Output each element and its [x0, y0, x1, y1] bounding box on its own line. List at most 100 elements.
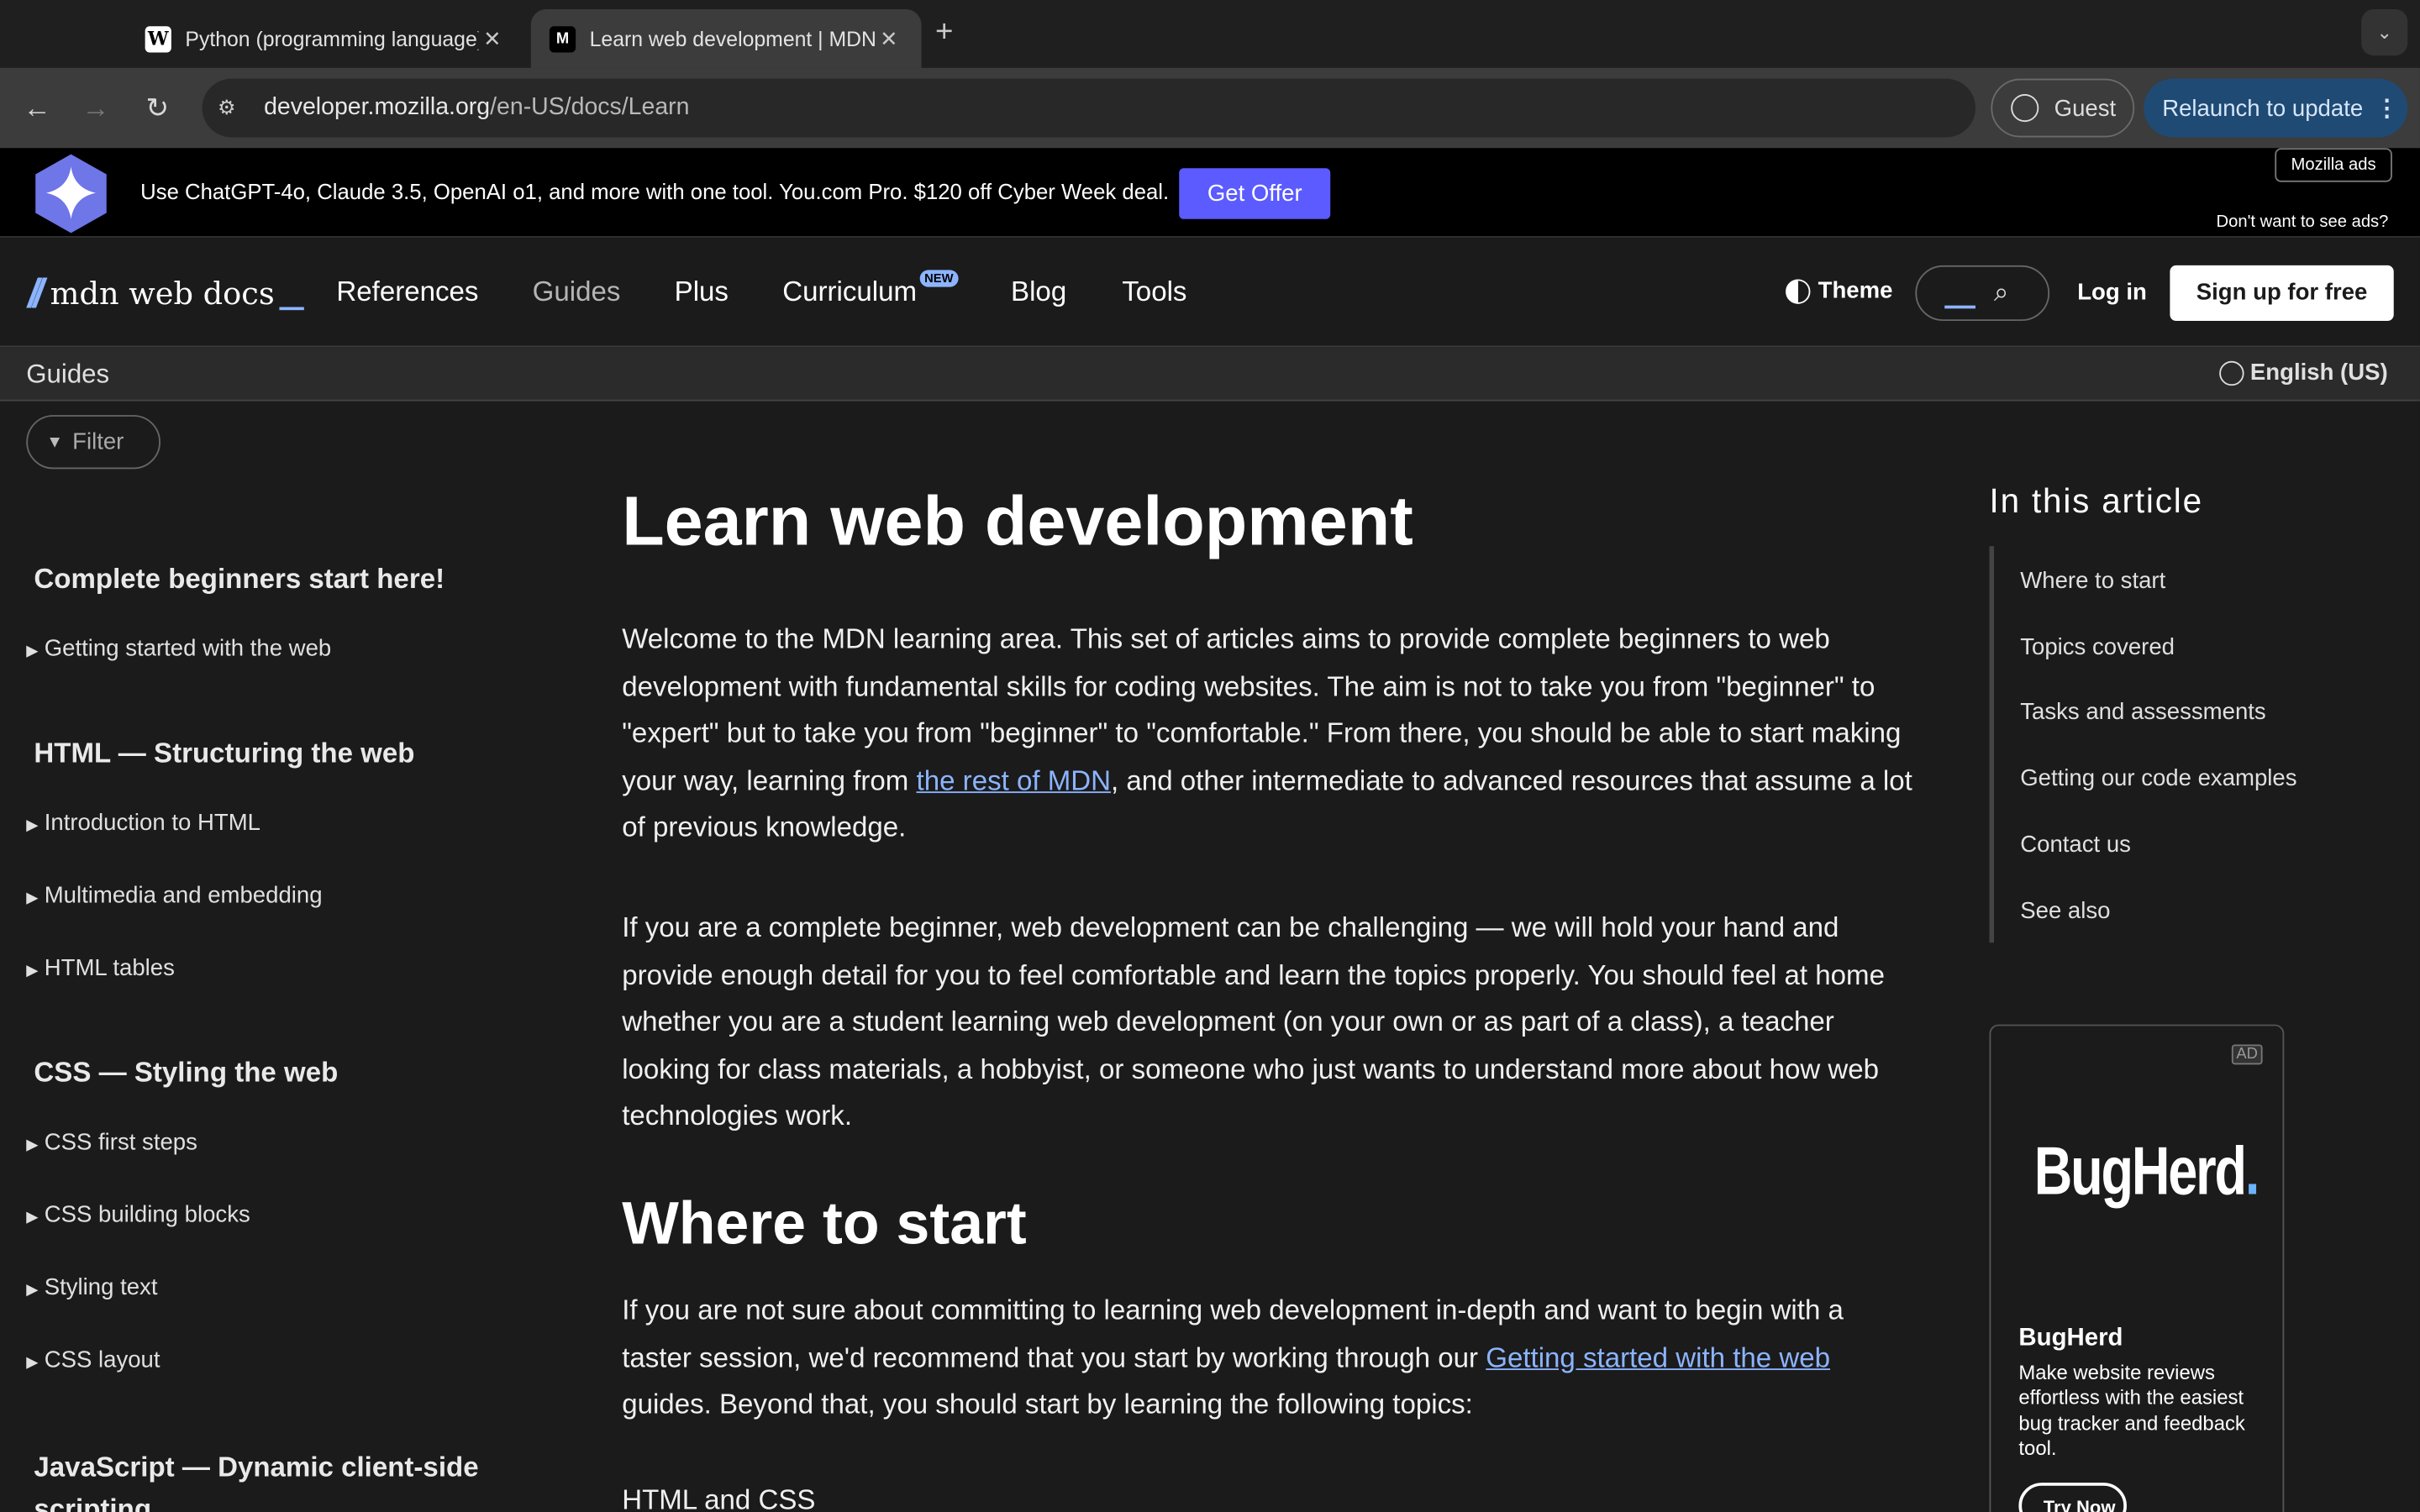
- nav-references[interactable]: References: [336, 276, 478, 309]
- nav-guides[interactable]: Guides: [533, 276, 621, 309]
- back-icon[interactable]: ←: [18, 90, 55, 127]
- signup-button[interactable]: Sign up for free: [2170, 265, 2394, 322]
- sidebar-item[interactable]: ▶ HTML tables: [26, 955, 175, 981]
- toc-item[interactable]: Where to start: [2020, 568, 2165, 594]
- sidebar-ad[interactable]: AD BugHerd. BugHerd Make website reviews…: [1989, 1024, 2285, 1512]
- forward-icon[interactable]: →: [77, 90, 114, 127]
- toc-rail: [1989, 546, 1995, 943]
- section-heading: Where to start: [622, 1190, 1027, 1257]
- sidebar-item[interactable]: ▶ CSS building blocks: [26, 1202, 250, 1228]
- toc-item[interactable]: Tasks and assessments: [2020, 699, 2265, 725]
- profile-label: Guest: [2054, 94, 2117, 122]
- expand-triangle-icon: ▶: [26, 1137, 39, 1154]
- screen: W Python (programming language) ✕ M Lear…: [0, 0, 2420, 1512]
- getting-started-link[interactable]: Getting started with the web: [1486, 1341, 1830, 1373]
- breadcrumb-guides[interactable]: Guides: [26, 360, 109, 391]
- more-icon[interactable]: ⋮: [2375, 94, 2399, 122]
- filter-label: Filter: [72, 428, 124, 455]
- search-icon[interactable]: ⌕: [1994, 278, 2009, 309]
- ad-name: BugHerd: [2018, 1325, 2123, 1352]
- relaunch-button[interactable]: Relaunch to update ⋮: [2144, 78, 2408, 138]
- sidebar-section-title[interactable]: CSS — Styling the web: [34, 1057, 338, 1089]
- mdn-logo-icon: //: [28, 270, 45, 317]
- sidebar-item[interactable]: ▶ CSS layout: [26, 1347, 160, 1373]
- tab-search-chevron-icon[interactable]: ⌄: [2361, 9, 2408, 56]
- sidebar-section-title[interactable]: JavaScript — Dynamic client-side scripti…: [34, 1447, 528, 1512]
- search-input[interactable]: ⌕: [1915, 265, 2050, 322]
- rest-of-mdn-link[interactable]: the rest of MDN: [917, 764, 1112, 795]
- beginner-paragraph: If you are a complete beginner, web deve…: [622, 911, 1885, 1131]
- mdn-logo[interactable]: // mdn web docs: [28, 273, 304, 313]
- bugherd-logo: BugHerd.: [2033, 1133, 2260, 1210]
- expand-triangle-icon: ▶: [26, 1209, 39, 1227]
- page-title: Learn web development: [622, 481, 1413, 560]
- profile-icon: [2011, 94, 2039, 123]
- theme-icon: [1786, 278, 1811, 303]
- sidebar-section-title[interactable]: HTML — Structuring the web: [34, 738, 414, 770]
- nav-tools[interactable]: Tools: [1122, 276, 1186, 309]
- sidebar-item[interactable]: ▶ Introduction to HTML: [26, 810, 260, 836]
- sidebar-item[interactable]: ▶ Multimedia and embedding: [26, 883, 322, 909]
- nav-curriculum[interactable]: Curriculum: [782, 276, 917, 309]
- url-text: developer.mozilla.org/en-US/docs/Learn: [264, 94, 690, 121]
- new-badge: NEW: [919, 270, 958, 287]
- toc-item[interactable]: See also: [2020, 898, 2110, 924]
- expand-triangle-icon: ▶: [26, 817, 39, 835]
- ad-banner: Use ChatGPT-4o, Claude 3.5, OpenAI o1, a…: [0, 148, 2420, 238]
- you-com-logo-icon: [35, 154, 107, 234]
- tab-python[interactable]: W Python (programming language) ✕: [127, 9, 525, 68]
- reload-icon[interactable]: ↻: [139, 90, 176, 127]
- close-icon[interactable]: ✕: [478, 25, 506, 51]
- intro-paragraph: Welcome to the MDN learning area. This s…: [622, 623, 1912, 843]
- subsection-heading: HTML and CSS: [622, 1483, 816, 1512]
- theme-button[interactable]: Theme: [1786, 278, 1892, 304]
- toc-item[interactable]: Contact us: [2020, 832, 2131, 858]
- search-cursor: [1944, 305, 1975, 309]
- expand-triangle-icon: ▶: [26, 1354, 39, 1372]
- new-tab-icon[interactable]: +: [935, 15, 953, 50]
- login-link[interactable]: Log in: [2077, 279, 2147, 305]
- browser-toolbar: ← → ↻ ⚙ developer.mozilla.org/en-US/docs…: [0, 67, 2420, 149]
- filter-icon: ▼: [46, 433, 64, 452]
- nav-blog[interactable]: Blog: [1011, 276, 1066, 309]
- theme-label: Theme: [1818, 277, 1893, 304]
- expand-triangle-icon: ▶: [26, 643, 39, 661]
- relaunch-label: Relaunch to update: [2162, 94, 2364, 122]
- tab-title: Learn web development | MDN: [589, 27, 876, 50]
- globe-icon: [2219, 360, 2244, 386]
- wikipedia-favicon-icon: W: [145, 25, 171, 52]
- dont-want-ads-link[interactable]: Don't want to see ads?: [2217, 213, 2389, 231]
- ad-text: Use ChatGPT-4o, Claude 3.5, OpenAI o1, a…: [140, 179, 1170, 204]
- get-offer-button[interactable]: Get Offer: [1179, 168, 1331, 219]
- site-header: // mdn web docs References Guides Plus C…: [0, 239, 2420, 348]
- expand-triangle-icon: ▶: [26, 1282, 39, 1299]
- logo-underscore: [279, 307, 304, 311]
- sidebar-section-title[interactable]: Complete beginners start here!: [34, 563, 445, 596]
- tab-title: Python (programming language): [185, 27, 479, 50]
- sidebar-item[interactable]: ▶ Getting started with the web: [26, 636, 331, 662]
- filter-button[interactable]: ▼ Filter: [26, 415, 161, 470]
- language-switcher[interactable]: English (US): [2219, 360, 2388, 386]
- logo-text: mdn web docs: [50, 274, 275, 312]
- profile-button[interactable]: Guest: [1991, 78, 2135, 138]
- mozilla-ads-badge[interactable]: Mozilla ads: [2275, 148, 2392, 182]
- expand-triangle-icon: ▶: [26, 890, 39, 907]
- ad-description: Make website reviews effortless with the…: [2018, 1360, 2245, 1460]
- mdn-favicon-icon: M: [549, 25, 576, 52]
- tab-bar: W Python (programming language) ✕ M Lear…: [0, 0, 2420, 68]
- tab-mdn[interactable]: M Learn web development | MDN ✕: [530, 9, 922, 68]
- nav-plus[interactable]: Plus: [675, 276, 729, 309]
- try-now-button[interactable]: Try Now ↗: [2018, 1483, 2127, 1512]
- toc-title: In this article: [1989, 481, 2203, 520]
- breadcrumb: Guides English (US): [0, 347, 2420, 402]
- ad-tag: AD: [2231, 1044, 2263, 1065]
- language-label: English (US): [2249, 359, 2388, 386]
- address-bar[interactable]: ⚙ developer.mozilla.org/en-US/docs/Learn: [202, 78, 1975, 138]
- sidebar-item[interactable]: ▶ Styling text: [26, 1274, 157, 1300]
- toc-item[interactable]: Getting our code examples: [2020, 765, 2296, 791]
- where-to-start-paragraph: If you are not sure about committing to …: [622, 1294, 1844, 1420]
- toc-item[interactable]: Topics covered: [2020, 634, 2175, 660]
- site-info-icon[interactable]: ⚙: [218, 96, 245, 120]
- close-icon[interactable]: ✕: [875, 25, 902, 51]
- sidebar-item[interactable]: ▶ CSS first steps: [26, 1129, 197, 1155]
